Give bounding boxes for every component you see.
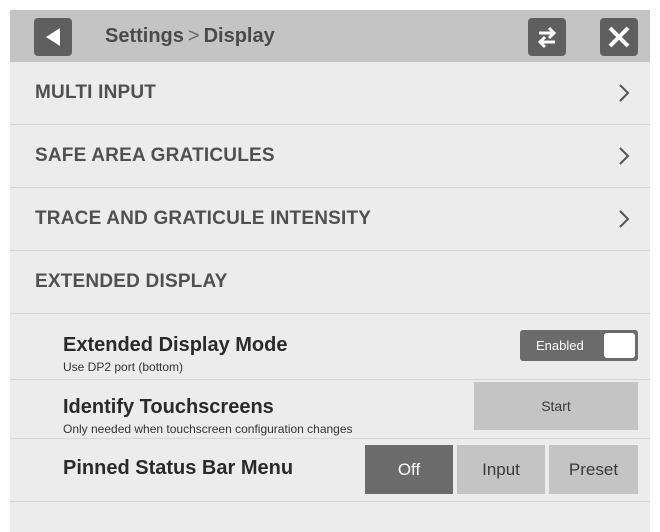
back-arrow-icon xyxy=(46,28,60,46)
section-header-extended-display: EXTENDED DISPLAY xyxy=(10,251,650,314)
chevron-right-icon xyxy=(619,84,630,102)
section-label: EXTENDED DISPLAY xyxy=(35,271,228,292)
menu-item-label: TRACE AND GRATICULE INTENSITY xyxy=(35,208,372,229)
close-button[interactable] xyxy=(600,18,638,56)
menu-item-label: SAFE AREA GRATICULES xyxy=(35,145,275,166)
breadcrumb-parent[interactable]: Settings xyxy=(105,25,184,47)
breadcrumb: Settings > Display xyxy=(105,10,275,62)
breadcrumb-current: Display xyxy=(203,25,275,47)
settings-panel: Settings > Display MULTI INPUT SAFE AREA G… xyxy=(10,10,650,532)
pinned-status-bar-row: Pinned Status Bar Menu Off Input Preset xyxy=(10,439,650,502)
menu-item-trace-and-graticule-intensity[interactable]: TRACE AND GRATICULE INTENSITY xyxy=(10,188,650,251)
identify-touchscreens-description: Only needed when touchscreen configurati… xyxy=(63,422,353,436)
menu-item-safe-area-graticules[interactable]: SAFE AREA GRATICULES xyxy=(10,125,650,188)
chevron-right-icon xyxy=(619,210,630,228)
extended-display-mode-title: Extended Display Mode xyxy=(63,334,288,356)
pinned-status-bar-title: Pinned Status Bar Menu xyxy=(63,457,294,479)
toggle-state-label: Enabled xyxy=(536,338,584,353)
segment-input-button[interactable]: Input xyxy=(457,445,545,494)
swap-arrows-icon xyxy=(537,26,557,49)
back-button[interactable] xyxy=(34,18,72,56)
segment-off-button[interactable]: Off xyxy=(365,445,453,494)
menu-item-label: MULTI INPUT xyxy=(35,82,157,103)
extended-display-mode-toggle[interactable]: Enabled xyxy=(520,330,638,361)
extended-display-mode-row: Extended Display Mode Use DP2 port (bott… xyxy=(10,314,650,380)
extended-display-mode-description: Use DP2 port (bottom) xyxy=(63,360,184,374)
swap-button[interactable] xyxy=(528,18,566,56)
close-icon xyxy=(608,26,630,48)
toggle-knob xyxy=(604,333,635,358)
start-button[interactable]: Start xyxy=(474,382,638,430)
breadcrumb-separator: > xyxy=(187,25,200,47)
identify-touchscreens-title: Identify Touchscreens xyxy=(63,396,274,418)
menu-item-multi-input[interactable]: MULTI INPUT xyxy=(10,62,650,125)
segment-preset-button[interactable]: Preset xyxy=(549,445,638,494)
chevron-right-icon xyxy=(619,147,630,165)
header-bar: Settings > Display xyxy=(10,10,650,62)
identify-touchscreens-row: Identify Touchscreens Only needed when t… xyxy=(10,380,650,439)
